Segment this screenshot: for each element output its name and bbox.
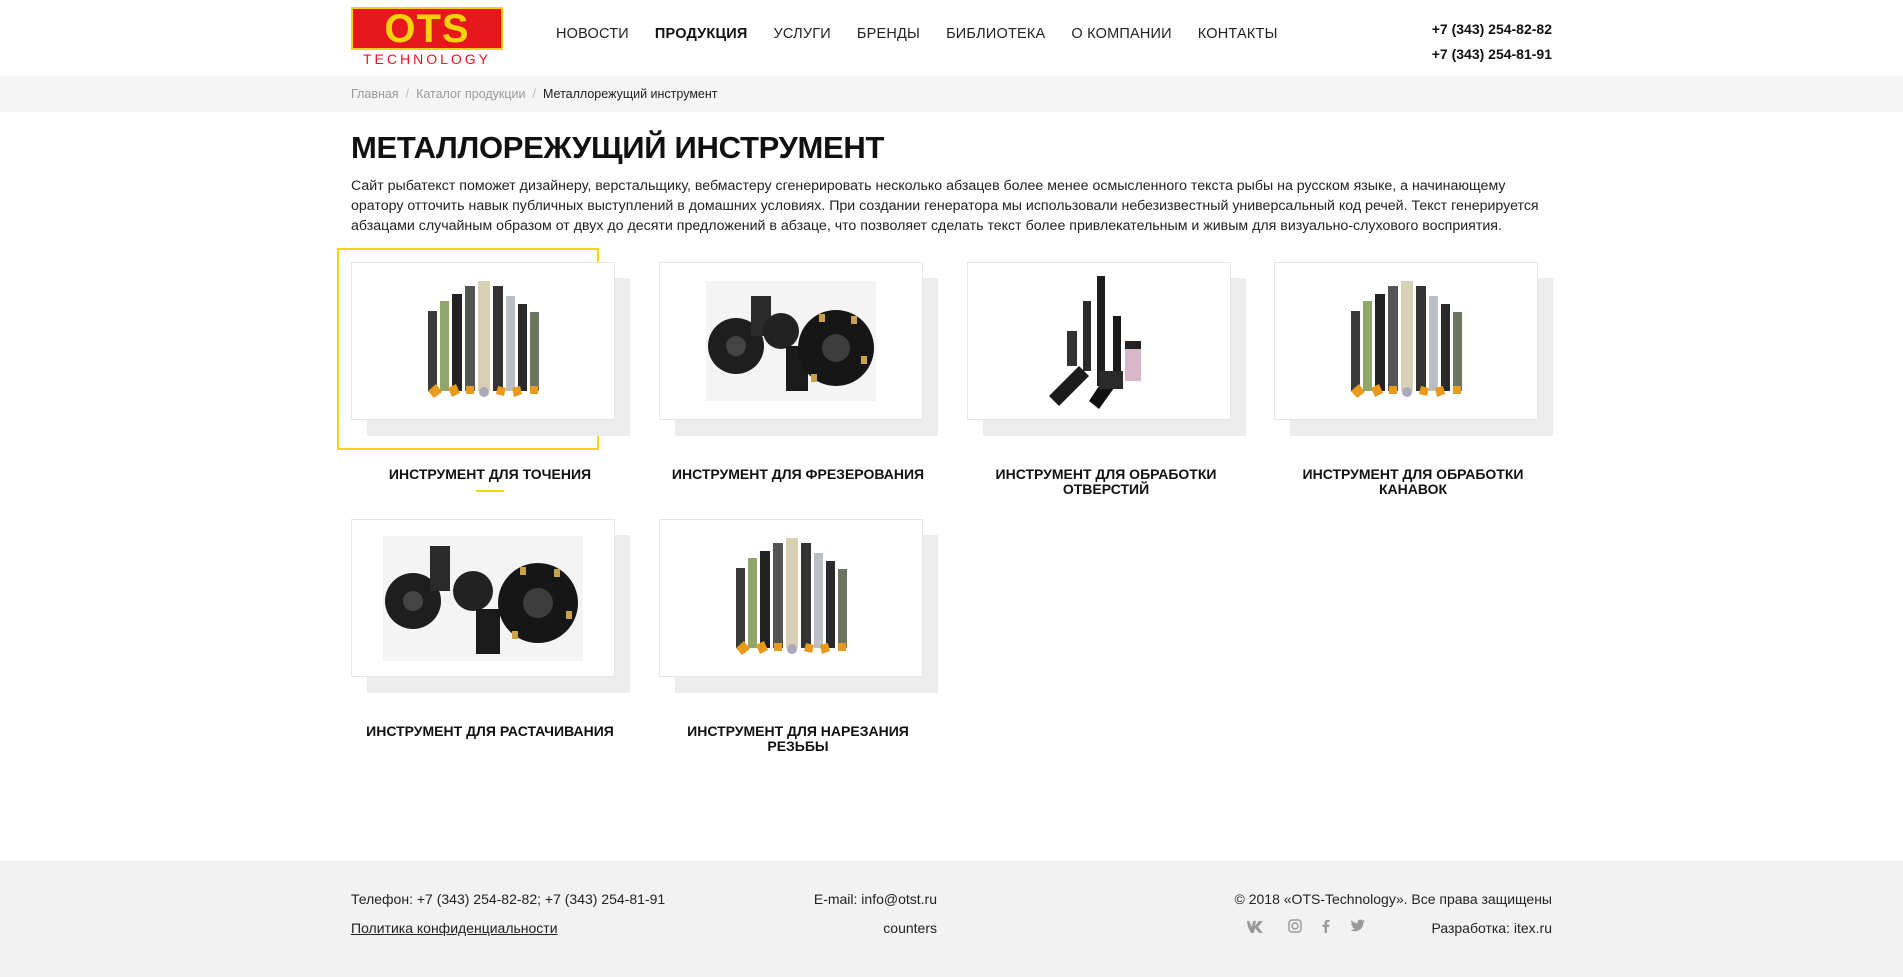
category-card-grooving[interactable]: ИНСТРУМЕНТ ДЛЯ ОБРАБОТКИ КАНАВОК [1274,262,1554,497]
vk-icon[interactable] [1244,919,1268,936]
breadcrumb-bar: Главная / Каталог продукции / Металлореж… [0,76,1903,112]
footer-copyright: © 2018 «OTS-Technology». Все права защищ… [1234,891,1552,907]
header-phones: +7 (343) 254-82-82 +7 (343) 254-81-91 [1432,17,1552,67]
footer-developer[interactable]: Разработка: itex.ru [1431,920,1552,936]
social-links [1244,919,1386,936]
site-footer: Телефон: +7 (343) 254-82-82; +7 (343) 25… [0,861,1903,977]
phone-secondary[interactable]: +7 (343) 254-81-91 [1432,42,1552,67]
category-caption[interactable]: ИНСТРУМЕНТ ДЛЯ ТОЧЕНИЯ [351,467,629,482]
site-header: OTS TECHNOLOGY НОВОСТИ ПРОДУКЦИЯ УСЛУГИ … [0,0,1903,76]
boring-tools-image[interactable] [351,519,615,677]
category-caption[interactable]: ИНСТРУМЕНТ ДЛЯ ОБРАБОТКИ КАНАВОК [1274,467,1552,497]
nav-item-about[interactable]: О КОМПАНИИ [1071,26,1171,42]
nav-item-brands[interactable]: БРЕНДЫ [857,26,920,42]
logo-wordmark: TECHNOLOGY [362,51,491,67]
main-nav: НОВОСТИ ПРОДУКЦИЯ УСЛУГИ БРЕНДЫ БИБЛИОТЕ… [556,26,1304,42]
footer-email[interactable]: E-mail: info@otst.ru [814,891,937,907]
privacy-policy-link[interactable]: Политика конфиденциальности [351,920,558,936]
nav-item-contacts[interactable]: КОНТАКТЫ [1198,26,1278,42]
category-caption[interactable]: ИНСТРУМЕНТ ДЛЯ НАРЕЗАНИЯ РЕЗЬБЫ [659,724,937,754]
phone-primary[interactable]: +7 (343) 254-82-82 [1432,17,1552,42]
category-caption[interactable]: ИНСТРУМЕНТ ДЛЯ ФРЕЗЕРОВАНИЯ [659,467,937,482]
nav-item-products[interactable]: ПРОДУКЦИЯ [655,26,748,42]
page-intro: Сайт рыбатекст поможет дизайнеру, верста… [351,178,1539,234]
logo-mark: OTS [351,7,503,50]
category-card-holes[interactable]: ИНСТРУМЕНТ ДЛЯ ОБРАБОТКИ ОТВЕРСТИЙ [967,262,1247,497]
nav-item-services[interactable]: УСЛУГИ [774,26,831,42]
privacy-policy-link-wrap: Политика конфиденциальности [351,920,558,936]
site-logo[interactable]: OTS TECHNOLOGY [351,7,503,68]
milling-tools-image[interactable] [659,262,923,420]
footer-counters: counters [883,920,937,936]
instagram-icon[interactable] [1288,919,1302,936]
breadcrumb-current: Металлорежущий инструмент [543,87,718,101]
caption-underline [476,490,504,492]
threading-tools-image[interactable] [659,519,923,677]
category-caption[interactable]: ИНСТРУМЕНТ ДЛЯ РАСТАЧИВАНИЯ [351,724,629,739]
facebook-icon[interactable] [1322,919,1330,936]
breadcrumb-home[interactable]: Главная [351,87,399,101]
category-card-boring[interactable]: ИНСТРУМЕНТ ДЛЯ РАСТАЧИВАНИЯ [351,519,631,739]
category-card-turning[interactable]: ИНСТРУМЕНТ ДЛЯ ТОЧЕНИЯ [337,248,631,492]
breadcrumb-separator: / [405,87,410,101]
twitter-icon[interactable] [1350,919,1366,936]
breadcrumb: Главная / Каталог продукции / Металлореж… [351,87,718,101]
page-title: МЕТАЛЛОРЕЖУЩИЙ ИНСТРУМЕНТ [351,130,885,165]
category-card-threading[interactable]: ИНСТРУМЕНТ ДЛЯ НАРЕЗАНИЯ РЕЗЬБЫ [659,519,939,754]
nav-item-news[interactable]: НОВОСТИ [556,26,629,42]
nav-item-library[interactable]: БИБЛИОТЕКА [946,26,1045,42]
footer-phone: Телефон: +7 (343) 254-82-82; +7 (343) 25… [351,891,666,907]
hole-tools-image[interactable] [967,262,1231,420]
turning-tools-image[interactable] [351,262,615,420]
category-card-milling[interactable]: ИНСТРУМЕНТ ДЛЯ ФРЕЗЕРОВАНИЯ [659,262,939,482]
category-caption[interactable]: ИНСТРУМЕНТ ДЛЯ ОБРАБОТКИ ОТВЕРСТИЙ [967,467,1245,497]
grooving-tools-image[interactable] [1274,262,1538,420]
breadcrumb-catalog[interactable]: Каталог продукции [416,87,525,101]
logo-mark-text: OTS [384,6,470,51]
breadcrumb-separator: / [532,87,536,101]
